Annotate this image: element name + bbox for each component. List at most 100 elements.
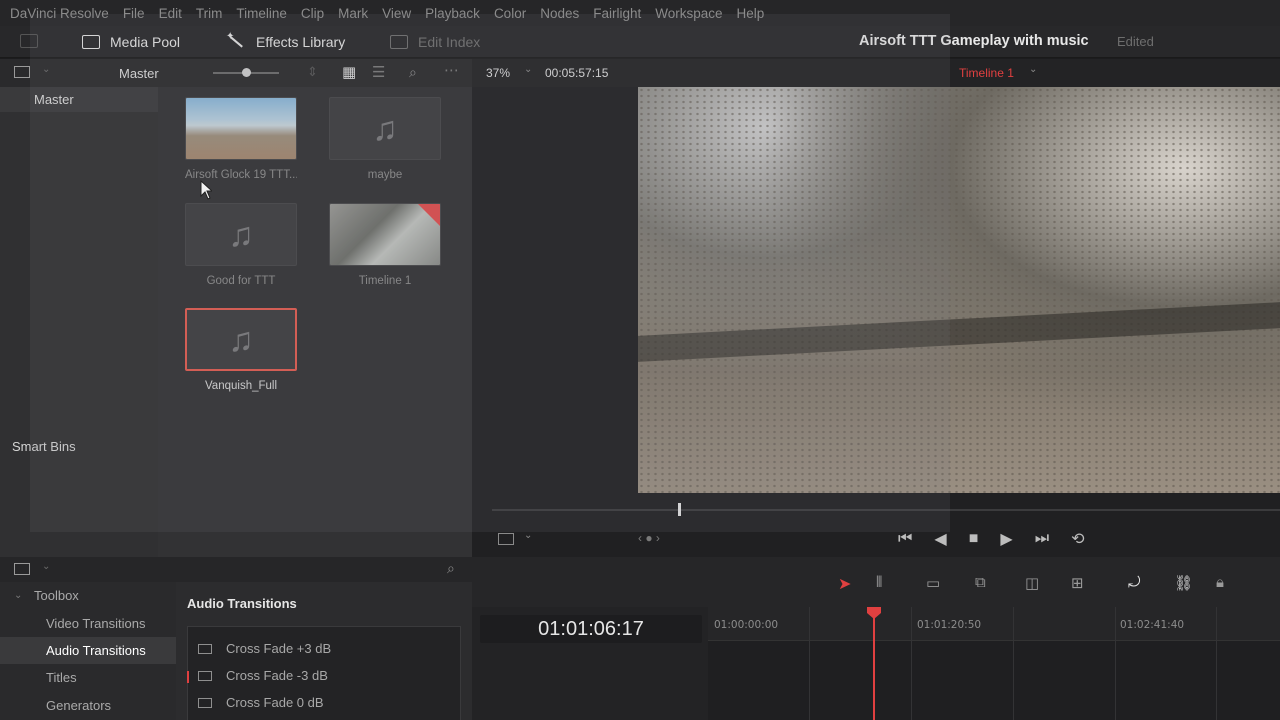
timeline-marker-icon: [418, 204, 440, 226]
scrub-bar[interactable]: [492, 509, 1280, 511]
effects-panel-toggle-icon[interactable]: [14, 563, 30, 575]
effects-search-icon[interactable]: ⌕: [447, 560, 455, 577]
stop-icon[interactable]: ■: [969, 530, 979, 548]
timeline-ruler[interactable]: 01:00:00:00 01:01:20:50 01:02:41:40: [708, 607, 1280, 720]
menu-view[interactable]: View: [382, 6, 411, 21]
clip-grid: Airsoft Glock 19 TTT... ♫ maybe ♫ Good f…: [158, 87, 472, 557]
jump-end-icon[interactable]: ⏭: [1035, 530, 1049, 548]
tree-item-titles[interactable]: Titles: [46, 670, 77, 685]
toolbox-label[interactable]: Toolbox: [34, 588, 79, 603]
effects-library-label: Effects Library: [256, 34, 346, 50]
effects-chevron-icon[interactable]: ⌄: [42, 561, 50, 572]
menu-mark[interactable]: Mark: [338, 6, 368, 21]
edit-index-button[interactable]: Edit Index: [390, 34, 480, 50]
effect-item[interactable]: Cross Fade 0 dB: [198, 695, 324, 710]
timecode-display[interactable]: 01:01:06:17: [480, 615, 702, 643]
timeline-chevron-icon[interactable]: ⌄: [1029, 64, 1037, 75]
audio-thumbnail: ♫: [185, 203, 297, 266]
tree-item-generators[interactable]: Generators: [46, 698, 111, 713]
jump-start-icon[interactable]: ⏮: [898, 530, 912, 548]
snapping-icon[interactable]: ⤾: [1128, 574, 1141, 591]
effects-tree: ⌄ Toolbox Video Transitions Audio Transi…: [0, 582, 176, 720]
timeline-header-left: 01:01:06:17: [472, 607, 708, 720]
menu-workspace[interactable]: Workspace: [655, 6, 722, 21]
ruler-label: 01:01:20:50: [917, 619, 982, 631]
clip-label: Timeline 1: [358, 275, 412, 287]
menu-color[interactable]: Color: [494, 6, 526, 21]
blade-tool-icon[interactable]: ▭: [926, 574, 940, 592]
transition-icon: [198, 697, 212, 708]
chevron-down-icon[interactable]: ⌄: [42, 64, 50, 75]
bin-list-toggle-icon[interactable]: [14, 66, 30, 78]
lock-icon[interactable]: 🔒︎: [1216, 574, 1224, 591]
menu-nodes[interactable]: Nodes: [540, 6, 579, 21]
viewer-mode-icon[interactable]: [498, 533, 514, 545]
grid-view-icon[interactable]: ▦: [342, 63, 356, 81]
clip-item[interactable]: ♫ Good for TTT: [185, 203, 297, 287]
mouse-cursor-icon: [200, 180, 212, 200]
transition-icon: [198, 643, 212, 654]
effects-list-panel: Audio Transitions Cross Fade +3 dB Cross…: [176, 582, 472, 720]
timeline-name[interactable]: Timeline 1: [959, 66, 1014, 80]
effects-library-button[interactable]: Effects Library: [226, 31, 346, 50]
menu-fairlight[interactable]: Fairlight: [593, 6, 641, 21]
project-status: Edited: [1117, 34, 1154, 49]
sort-icon[interactable]: ⇕: [307, 64, 318, 80]
trim-tool-icon[interactable]: ⫴: [876, 574, 882, 591]
menu-playback[interactable]: Playback: [425, 6, 480, 21]
overwrite-clip-icon[interactable]: ◫: [1025, 574, 1039, 592]
viewer-header: 37% ⌄ 00:05:57:15 Timeline 1 ⌄: [472, 59, 1280, 87]
edit-index-label: Edit Index: [418, 34, 481, 50]
clip-label: Good for TTT: [206, 275, 276, 287]
video-frame[interactable]: [638, 87, 1280, 493]
selection-tool-icon[interactable]: ➤: [838, 574, 851, 594]
zoom-chevron-icon[interactable]: ⌄: [524, 64, 532, 75]
menu-help[interactable]: Help: [737, 6, 765, 21]
menu-edit[interactable]: Edit: [159, 6, 182, 21]
menu-file[interactable]: File: [123, 6, 145, 21]
effect-item[interactable]: Cross Fade -3 dB: [198, 668, 328, 683]
project-title: Airsoft TTT Gameplay with music: [859, 33, 1089, 49]
tree-item-video-transitions[interactable]: Video Transitions: [46, 616, 146, 631]
prev-next-clip-control[interactable]: ‹ ● ›: [638, 531, 660, 545]
more-options-icon[interactable]: ⋯: [444, 61, 459, 79]
reverse-play-icon[interactable]: ◀: [934, 529, 946, 549]
toolbox-chevron-icon[interactable]: ⌄: [14, 590, 22, 601]
viewer-mode-chevron-icon[interactable]: ⌄: [524, 530, 532, 541]
tree-item-audio-transitions[interactable]: Audio Transitions: [0, 637, 176, 664]
replace-clip-icon[interactable]: ⊞: [1071, 574, 1084, 592]
clip-item-selected[interactable]: ♫ Vanquish_Full: [185, 308, 297, 392]
music-note-icon: ♫: [228, 215, 254, 254]
slider-knob[interactable]: [242, 68, 251, 77]
loop-icon[interactable]: ⟲: [1071, 529, 1084, 549]
menu-app[interactable]: DaVinci Resolve: [10, 6, 109, 21]
insert-clip-icon[interactable]: ⧉: [975, 574, 986, 591]
menu-clip[interactable]: Clip: [301, 6, 324, 21]
interface-toolbar: Media Pool Effects Library Edit Index Ai…: [0, 26, 1280, 58]
zoom-level[interactable]: 37%: [486, 66, 510, 80]
panel-toggle-icon[interactable]: [20, 34, 38, 48]
timeline-toolbar: ➤ ⫴ ▭ ⧉ ◫ ⊞ ⤾ ⛓ 🔒︎: [472, 557, 1280, 607]
list-view-icon[interactable]: ☰: [372, 63, 385, 81]
clip-item[interactable]: Timeline 1: [329, 203, 441, 287]
list-icon: [390, 35, 408, 49]
menu-trim[interactable]: Trim: [196, 6, 223, 21]
scrub-playhead[interactable]: [678, 503, 681, 516]
transition-icon: [198, 670, 212, 681]
media-pool-header: ⌄ Master ⇕ ▦ ☰ ⌕ ⋯: [0, 59, 472, 87]
effect-drag-indicator: [187, 671, 189, 683]
timeline-playhead[interactable]: [873, 612, 875, 720]
clip-item[interactable]: ♫ maybe: [329, 97, 441, 181]
music-note-icon: ♫: [372, 109, 398, 148]
ruler-label: 01:00:00:00: [714, 619, 779, 631]
bin-header-title: Master: [119, 66, 159, 81]
menu-timeline[interactable]: Timeline: [236, 6, 287, 21]
link-icon[interactable]: ⛓: [1174, 574, 1193, 592]
effect-item[interactable]: Cross Fade +3 dB: [198, 641, 331, 656]
play-icon[interactable]: ▶: [1000, 529, 1012, 549]
clip-item[interactable]: Airsoft Glock 19 TTT...: [185, 97, 297, 181]
bin-master[interactable]: Master: [0, 87, 158, 112]
media-pool-button[interactable]: Media Pool: [82, 34, 180, 50]
bin-list: Master Smart Bins: [0, 87, 158, 557]
search-icon[interactable]: ⌕: [409, 64, 417, 81]
